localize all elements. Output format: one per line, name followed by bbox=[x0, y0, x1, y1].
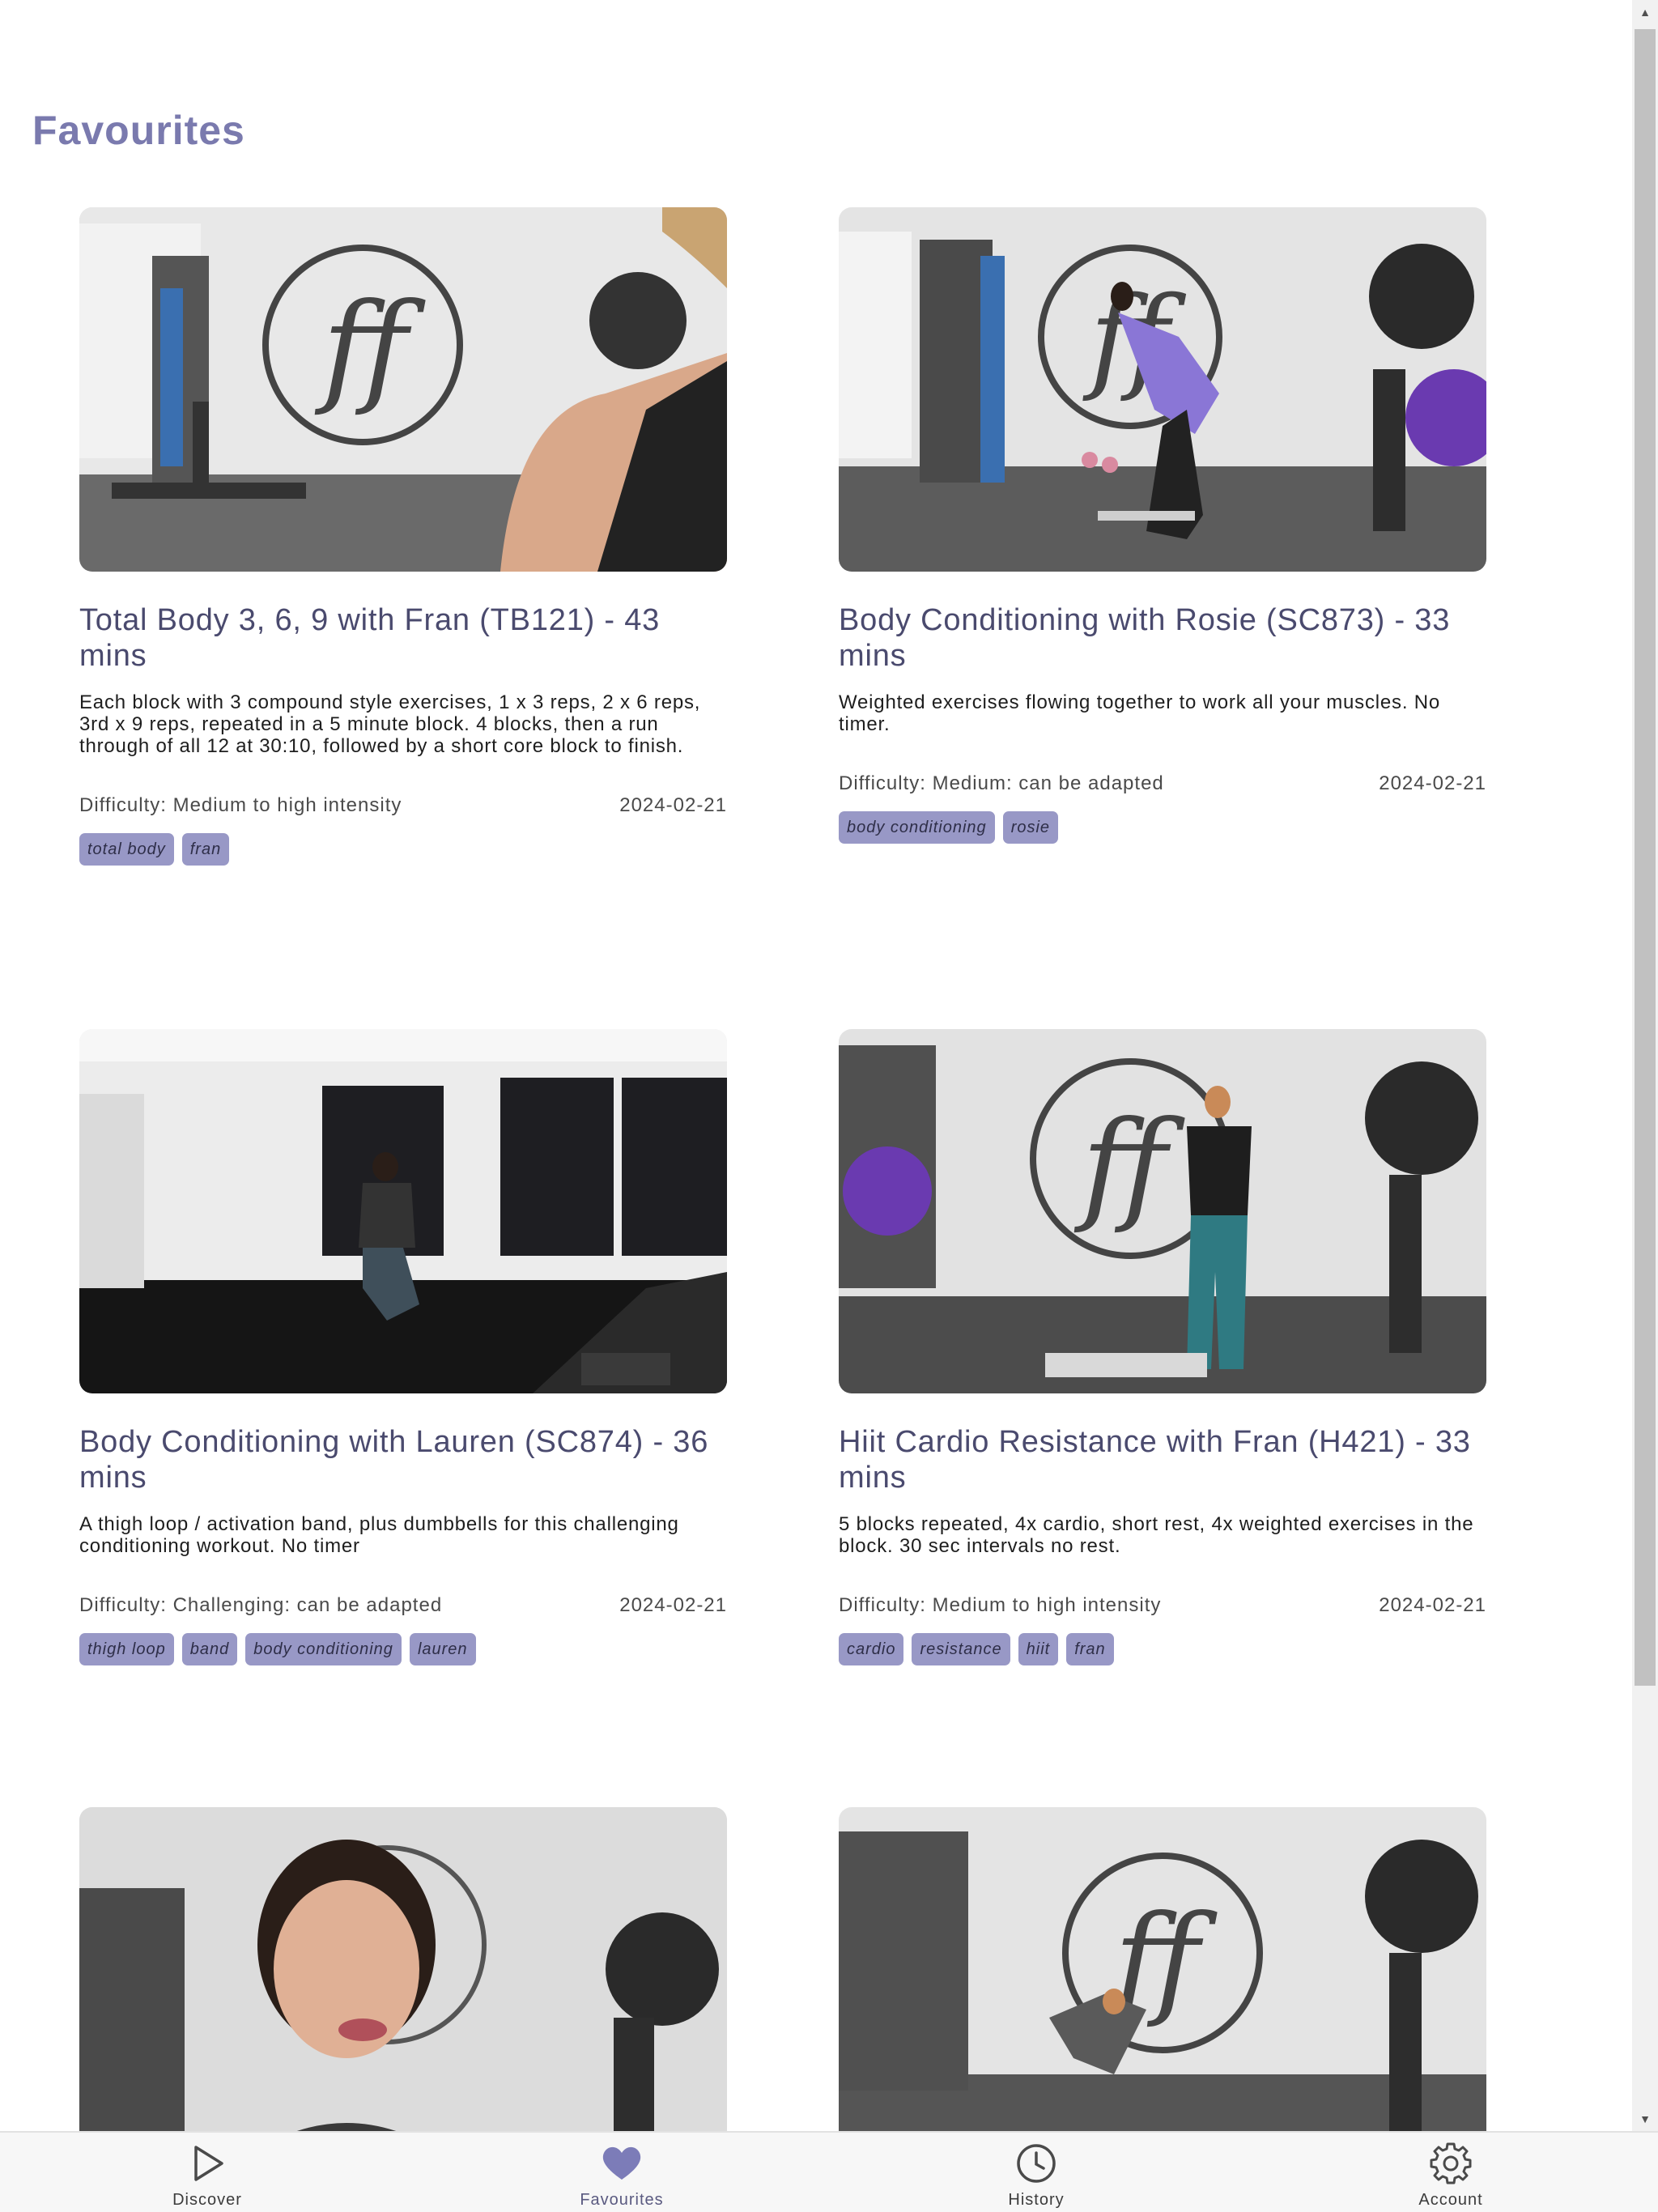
nav-label: Favourites bbox=[580, 2191, 664, 2209]
workout-description: Weighted exercises flowing together to w… bbox=[839, 691, 1441, 735]
gym-scene-thumbnail bbox=[79, 1029, 727, 1393]
gym-scene-thumbnail: ff bbox=[839, 207, 1486, 572]
video-thumbnail[interactable] bbox=[79, 1029, 727, 1393]
workout-title[interactable]: Total Body 3, 6, 9 with Fran (TB121) - 4… bbox=[79, 602, 727, 674]
workout-description: A thigh loop / activation band, plus dum… bbox=[79, 1513, 679, 1557]
tag[interactable]: resistance bbox=[912, 1633, 1010, 1665]
workout-title[interactable]: Body Conditioning with Rosie (SC873) - 3… bbox=[839, 602, 1486, 674]
scroll-down-arrow-icon[interactable]: ▼ bbox=[1632, 2107, 1658, 2131]
workout-card[interactable]: ff bbox=[839, 1807, 1486, 2131]
workout-description: Each block with 3 compound style exercis… bbox=[79, 691, 701, 757]
tag[interactable]: hiit bbox=[1018, 1633, 1059, 1665]
workout-date: 2024-02-21 bbox=[1379, 772, 1486, 794]
gym-scene-thumbnail: ff bbox=[839, 1807, 1486, 2131]
workout-date: 2024-02-21 bbox=[1379, 1594, 1486, 1616]
tag[interactable]: thigh loop bbox=[79, 1633, 174, 1665]
scrollbar-thumb[interactable] bbox=[1635, 29, 1656, 1686]
tag[interactable]: body conditioning bbox=[839, 811, 995, 844]
bottom-navigation: Discover Favourites History Account bbox=[0, 2131, 1658, 2212]
tag[interactable]: lauren bbox=[409, 1633, 476, 1665]
workout-card[interactable]: ff Total Body 3, 6, 9 with Fran (TB121) … bbox=[79, 207, 727, 866]
nav-label: Account bbox=[1418, 2191, 1483, 2209]
nav-label: Discover bbox=[172, 2191, 242, 2209]
gym-scene-thumbnail: ff bbox=[839, 1029, 1486, 1393]
tag[interactable]: band bbox=[181, 1633, 238, 1665]
gym-scene-thumbnail: ff bbox=[79, 207, 727, 572]
workout-difficulty: Difficulty: Medium to high intensity bbox=[79, 794, 402, 816]
nav-discover[interactable]: Discover bbox=[0, 2133, 414, 2212]
gear-icon bbox=[1430, 2142, 1472, 2184]
tag[interactable]: fran bbox=[181, 833, 230, 866]
workout-card[interactable]: ff Body Conditioning with Rosie (SC873) … bbox=[839, 207, 1486, 844]
workout-difficulty: Difficulty: Challenging: can be adapted bbox=[79, 1594, 443, 1616]
heart-icon bbox=[602, 2146, 641, 2180]
gym-scene-thumbnail bbox=[79, 1807, 727, 2131]
workout-difficulty: Difficulty: Medium: can be adapted bbox=[839, 772, 1164, 794]
workout-title[interactable]: Hiit Cardio Resistance with Fran (H421) … bbox=[839, 1424, 1486, 1495]
tag[interactable]: total body bbox=[79, 833, 174, 866]
tag[interactable]: body conditioning bbox=[245, 1633, 402, 1665]
video-thumbnail[interactable]: ff bbox=[839, 1029, 1486, 1393]
page-content: Favourites ff Total Body 3, 6, 9 with Fr bbox=[0, 0, 1632, 2131]
workout-card[interactable]: ff Hiit Cardio Resistance with Fran (H42… bbox=[839, 1029, 1486, 1665]
nav-account[interactable]: Account bbox=[1244, 2133, 1658, 2212]
workout-title[interactable]: Body Conditioning with Lauren (SC874) - … bbox=[79, 1424, 727, 1495]
video-thumbnail[interactable]: ff bbox=[79, 207, 727, 572]
workout-date: 2024-02-21 bbox=[619, 794, 727, 816]
scroll-up-arrow-icon[interactable]: ▲ bbox=[1632, 0, 1658, 24]
tag[interactable]: rosie bbox=[1002, 811, 1059, 844]
page-title: Favourites bbox=[32, 108, 245, 153]
workout-description: 5 blocks repeated, 4x cardio, short rest… bbox=[839, 1513, 1474, 1557]
tag[interactable]: cardio bbox=[839, 1633, 904, 1665]
workout-date: 2024-02-21 bbox=[619, 1594, 727, 1616]
video-thumbnail[interactable]: ff bbox=[839, 1807, 1486, 2131]
workout-card[interactable]: Body Conditioning with Lauren (SC874) - … bbox=[79, 1029, 727, 1665]
tag[interactable]: fran bbox=[1066, 1633, 1114, 1665]
video-thumbnail[interactable] bbox=[79, 1807, 727, 2131]
nav-favourites[interactable]: Favourites bbox=[414, 2133, 829, 2212]
workout-card[interactable] bbox=[79, 1807, 727, 2131]
clock-icon bbox=[1017, 2144, 1056, 2183]
play-icon bbox=[194, 2146, 223, 2181]
nav-label: History bbox=[1008, 2191, 1065, 2209]
vertical-scrollbar[interactable]: ▲ ▼ bbox=[1632, 0, 1658, 2131]
nav-history[interactable]: History bbox=[829, 2133, 1244, 2212]
workout-difficulty: Difficulty: Medium to high intensity bbox=[839, 1594, 1162, 1616]
video-thumbnail[interactable]: ff bbox=[839, 207, 1486, 572]
